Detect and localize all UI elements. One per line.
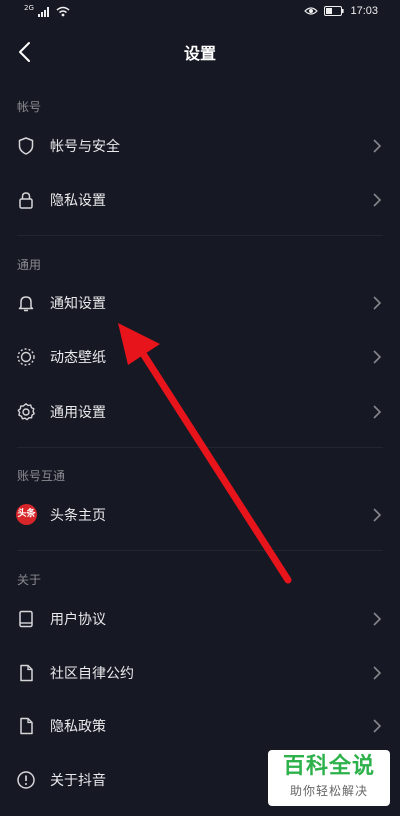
page-title: 设置 [183,44,216,63]
chevron-right-icon [373,193,382,207]
setting-general[interactable]: 通用设置 [0,385,400,439]
setting-label: 用户协议 [50,612,106,628]
setting-privacy-policy[interactable]: 隐私政策 [0,699,400,753]
gear-icon [17,403,35,421]
setting-label: 通用设置 [50,405,106,421]
chevron-right-icon [373,612,382,626]
setting-live-wallpaper[interactable]: 动态壁纸 [0,330,400,384]
status-bar: 2G 17:03 [0,0,400,26]
document-icon [20,717,33,735]
setting-label: 社区自律公约 [50,666,134,682]
section-label-linked-accounts: 账号互通 [17,469,66,483]
watermark-logo: 百科全说 助你轻松解决 [268,750,390,806]
chevron-right-icon [373,139,382,153]
chevron-right-icon [373,405,382,419]
section-divider [17,447,383,448]
lock-icon [19,192,33,209]
info-icon [17,771,35,789]
wifi-icon [56,6,70,17]
watermark-title: 百科全说 [282,754,375,779]
nav-header: 设置 [0,26,400,78]
toutiao-icon: 头条 [16,504,37,525]
chevron-right-icon [373,719,382,733]
document-icon [20,664,33,682]
setting-community-guidelines[interactable]: 社区自律公约 [0,646,400,700]
setting-toutiao-home[interactable]: 头条 头条主页 [0,488,400,542]
setting-label: 帐号与安全 [50,139,120,155]
setting-label: 通知设置 [50,296,106,312]
chevron-right-icon [373,666,382,680]
battery-icon [324,6,345,16]
section-label-about: 关于 [17,573,42,587]
setting-label: 隐私设置 [50,193,106,209]
eye-icon [304,7,319,15]
setting-label: 动态壁纸 [50,350,106,366]
section-divider [17,550,383,551]
chevron-right-icon [373,508,382,522]
section-label-account: 帐号 [17,100,42,114]
section-divider [17,235,383,236]
book-icon [19,610,33,628]
setting-label: 头条主页 [50,508,106,524]
chevron-right-icon [373,296,382,310]
setting-privacy[interactable]: 隐私设置 [0,173,400,227]
signal-icon [37,6,49,17]
bell-icon [18,296,34,312]
clock: 17:03 [350,5,378,17]
setting-label: 隐私政策 [50,719,106,735]
setting-notifications[interactable]: 通知设置 [0,276,400,330]
setting-label: 关于抖音 [50,773,106,789]
signal-label: 2G [24,3,34,12]
section-label-general: 通用 [17,258,42,272]
watermark-subtitle: 助你轻松解决 [289,784,368,798]
wallpaper-icon [17,348,35,366]
chevron-right-icon [373,350,382,364]
shield-icon [18,137,34,155]
setting-account-security[interactable]: 帐号与安全 [0,119,400,173]
setting-user-agreement[interactable]: 用户协议 [0,592,400,646]
